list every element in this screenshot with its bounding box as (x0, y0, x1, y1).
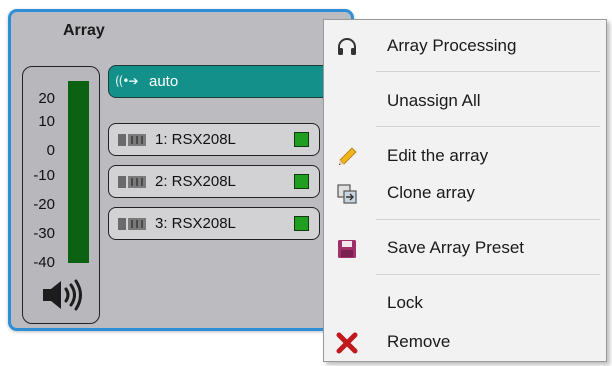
meter-scale-label: 0 (46, 142, 55, 159)
menu-item-label: Save Array Preset (387, 238, 525, 257)
speaker-label: 1: RSX208L (155, 131, 236, 148)
status-led (294, 132, 309, 147)
clone-icon (337, 184, 357, 204)
pencil-icon (339, 147, 357, 165)
speaker-row-3[interactable]: 3: RSX208L (108, 207, 320, 240)
signal-arrow-icon: ((•➔ (115, 74, 138, 88)
menu-separator (376, 71, 600, 72)
menu-item-label: Unassign All (387, 91, 481, 110)
array-panel[interactable]: Array 20 10 0 -10 -20 -30 -40 ((•➔ auto (8, 9, 354, 331)
meter-scale-label: -40 (33, 254, 55, 271)
save-disk-icon (338, 240, 356, 258)
menu-item-label: Lock (387, 293, 423, 312)
speaker-label: 2: RSX208L (155, 173, 236, 190)
menu-item-edit-array[interactable]: Edit the array (324, 141, 606, 171)
auto-mode-bar[interactable]: ((•➔ auto (108, 65, 348, 98)
auto-label: auto (149, 73, 179, 90)
menu-item-clone-array[interactable]: Clone array (324, 178, 606, 208)
loudspeaker-icon (118, 176, 146, 188)
menu-item-remove[interactable]: Remove (324, 327, 606, 357)
menu-item-label: Edit the array (387, 146, 489, 165)
menu-item-save-array-preset[interactable]: Save Array Preset (324, 233, 606, 263)
menu-separator (376, 219, 600, 220)
menu-separator (376, 126, 600, 127)
remove-x-icon (336, 332, 358, 354)
menu-item-label: Remove (387, 332, 451, 351)
meter-bar (68, 81, 89, 263)
menu-item-array-processing[interactable]: Array Processing (324, 31, 606, 61)
meter-scale-label: -30 (33, 225, 55, 242)
menu-item-unassign-all[interactable]: Unassign All (324, 86, 606, 116)
headphones-icon (338, 38, 356, 55)
meter-scale-label: -20 (33, 196, 55, 213)
speaker-label: 3: RSX208L (155, 215, 236, 232)
loudspeaker-icon (118, 218, 146, 230)
meter-scale-label: 10 (38, 113, 55, 130)
context-menu: Array Processing Unassign All Edit the a… (323, 19, 607, 362)
level-meter: 20 10 0 -10 -20 -30 -40 (22, 66, 100, 324)
speaker-row-1[interactable]: 1: RSX208L (108, 123, 320, 156)
menu-separator (376, 274, 600, 275)
status-led (294, 216, 309, 231)
loudspeaker-icon (118, 134, 146, 146)
menu-item-lock[interactable]: Lock (324, 288, 606, 318)
menu-item-label: Array Processing (387, 36, 517, 55)
meter-scale-label: -10 (33, 167, 55, 184)
menu-item-label: Clone array (387, 183, 475, 202)
panel-title: Array (63, 22, 105, 39)
speaker-row-2[interactable]: 2: RSX208L (108, 165, 320, 198)
status-led (294, 174, 309, 189)
meter-scale-label: 20 (38, 90, 55, 107)
meter-fill (68, 81, 89, 263)
speaker-volume-icon[interactable] (41, 279, 85, 311)
